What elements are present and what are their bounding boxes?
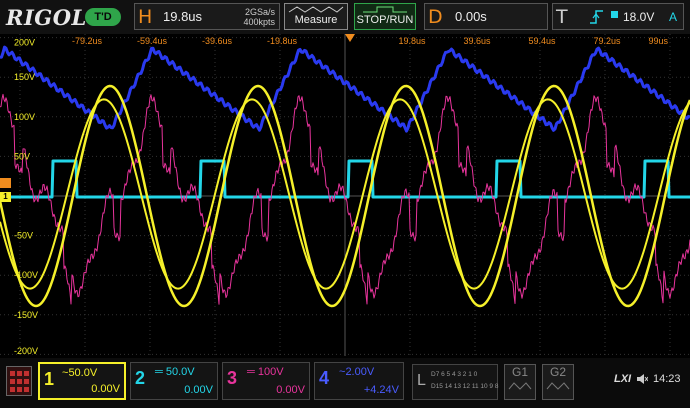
channel-3-box[interactable]: 3 ═ 100V 0.00V <box>222 362 310 400</box>
time-tick-label: -59.4us <box>137 36 168 46</box>
trigger-level: 18.0V <box>623 10 655 24</box>
delay-value: 0.00s <box>455 9 487 24</box>
ch1-ground-marker[interactable]: 1 <box>0 192 11 202</box>
ch2-scale: ═ 50.0V <box>155 366 195 378</box>
rising-edge-icon <box>590 10 603 24</box>
g2-wave-icon <box>546 382 570 390</box>
speaker-muted-icon[interactable] <box>636 373 648 385</box>
time-tick-label: -39.6us <box>202 36 233 46</box>
ch4-number: 4 <box>319 368 330 388</box>
volt-tick-label: 200V <box>14 38 35 48</box>
delay-panel[interactable]: D 0.00s <box>424 3 548 30</box>
channel-4-box[interactable]: 4 ~2.00V +4.24V <box>314 362 404 400</box>
time-tick-label: 79.2us <box>593 36 621 46</box>
memory-depth: 400kpts <box>243 17 275 27</box>
ch1-scale: ~50.0V <box>62 367 98 379</box>
time-tick-label: 19.8us <box>398 36 426 46</box>
logic-bits-low: D7 6 5 4 3 2 1 0 <box>431 371 478 378</box>
top-bar: RIGOL T'D H 19.8us 2GSa/s 400kpts Measur… <box>0 0 690 34</box>
g2-label: G2 <box>549 365 566 379</box>
measure-button[interactable]: Measure <box>284 3 348 30</box>
time-tick-label: -19.8us <box>267 36 298 46</box>
volt-tick-label: -150V <box>14 310 38 320</box>
g2-button[interactable]: G2 <box>542 364 574 400</box>
volt-tick-label: 100V <box>14 112 35 122</box>
channel-2-box[interactable]: 2 ═ 50.0V 0.00V <box>130 362 218 400</box>
ch1-number: 1 <box>44 369 55 389</box>
ch3-scale: ═ 100V <box>247 366 284 378</box>
brand-logo: RIGOL <box>6 5 87 30</box>
trigger-source-marker <box>611 11 618 18</box>
time-tick-label: 59.4us <box>528 36 556 46</box>
time-tick-label: -79.2us <box>72 36 103 46</box>
trigger-position-marker[interactable] <box>345 34 355 44</box>
stop-run-label: STOP/RUN <box>356 14 414 26</box>
ch3-offset: 0.00V <box>276 384 305 396</box>
trigger-letter: T <box>556 6 568 28</box>
clock: 14:23 <box>653 373 681 385</box>
volt-tick-label: 150V <box>14 72 35 82</box>
time-tick-label: 39.6us <box>463 36 491 46</box>
timebase-value: 19.8us <box>163 9 203 24</box>
sample-rate: 2GSa/s <box>244 7 275 17</box>
stop-run-button[interactable]: STOP/RUN <box>354 3 416 30</box>
trigger-source: A <box>668 10 677 24</box>
horizontal-letter: H <box>138 6 153 28</box>
waveform-display[interactable]: -79.2us -59.4us -39.6us -19.8us 19.8us 39.6us… <box>0 34 690 356</box>
ch4-offset: +4.24V <box>363 384 399 396</box>
ch2-number: 2 <box>135 368 146 388</box>
mode-badge[interactable]: T'D <box>85 8 121 26</box>
lxi-label: LXI <box>614 373 632 385</box>
logic-letter: L <box>417 372 426 389</box>
g1-label: G1 <box>511 365 528 379</box>
measure-label: Measure <box>294 14 338 26</box>
delay-letter: D <box>428 6 443 28</box>
volt-tick-label: -100V <box>14 270 38 280</box>
ch1-offset: 0.00V <box>91 383 120 395</box>
ch3-number: 3 <box>227 368 238 388</box>
volt-tick-label: 50V <box>14 151 30 161</box>
horizontal-panel[interactable]: H 19.8us 2GSa/s 400kpts <box>134 3 280 30</box>
waveform-icon <box>288 6 344 13</box>
menu-icon[interactable] <box>6 366 32 396</box>
g1-wave-icon <box>508 382 532 390</box>
single-arrow-icon <box>363 6 407 13</box>
ch4-scale: ~2.00V <box>339 366 375 378</box>
ch2-offset: 0.00V <box>184 384 213 396</box>
trigger-level-marker[interactable] <box>0 178 11 188</box>
bottom-bar: 1 ~50.0V 0.00V 2 ═ 50.0V 0.00V 3 ═ 100V … <box>0 358 690 408</box>
trigger-panel[interactable]: T 18.0V A <box>552 3 684 30</box>
logic-bits-high: D15 14 13 12 11 10 9 8 <box>431 383 499 390</box>
volt-tick-label: -50V <box>14 231 33 241</box>
logic-analyzer-box[interactable]: L D7 6 5 4 3 2 1 0 D15 14 13 12 11 10 9 … <box>412 364 498 400</box>
volt-tick-label: -200V <box>14 346 38 356</box>
channel-1-box[interactable]: 1 ~50.0V 0.00V <box>38 362 126 400</box>
time-tick-label: 99us <box>648 36 668 46</box>
waveform-canvas[interactable]: -79.2us -59.4us -39.6us -19.8us 19.8us 39.6us… <box>0 34 690 356</box>
g1-button[interactable]: G1 <box>504 364 536 400</box>
